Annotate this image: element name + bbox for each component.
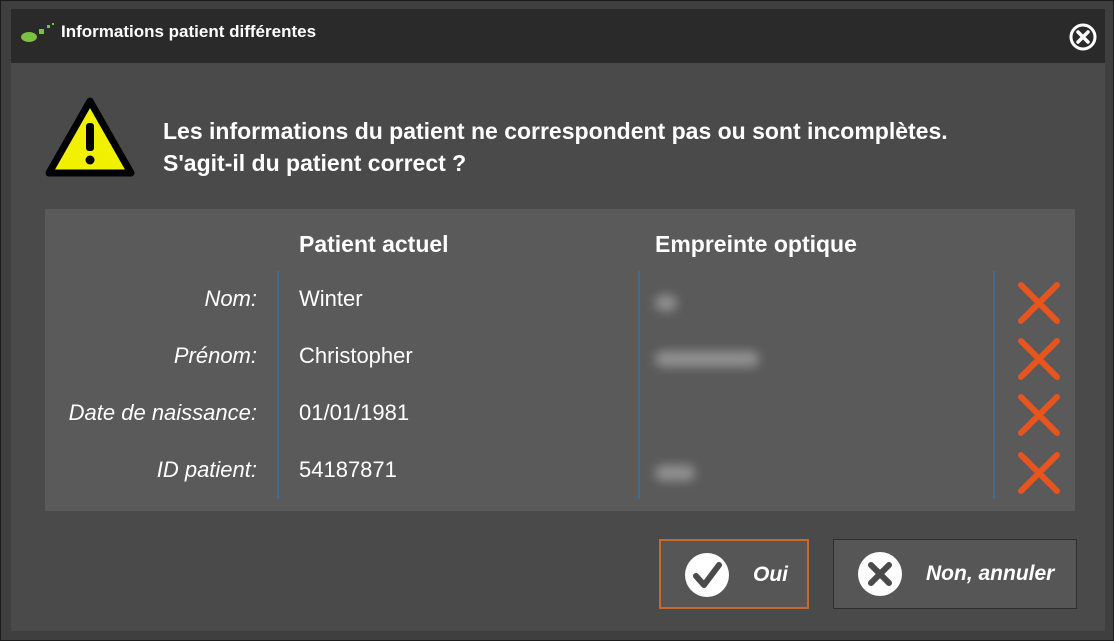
current-value-id-patient: 54187871 bbox=[299, 457, 397, 482]
checkmark-icon bbox=[685, 553, 729, 597]
column-divider bbox=[993, 271, 995, 499]
header-current-patient: Patient actuel bbox=[299, 231, 449, 257]
cancel-button[interactable]: Non, annuler bbox=[833, 539, 1077, 609]
yes-button-label: Oui bbox=[753, 563, 788, 586]
app-logo-icon bbox=[21, 23, 54, 42]
mismatch-x-icon bbox=[1018, 282, 1060, 324]
dialog-title: Informations patient différentes bbox=[61, 22, 317, 41]
dialog-content: Les informations du patient ne correspon… bbox=[11, 63, 1105, 631]
header-optical-impression: Empreinte optique bbox=[655, 231, 857, 257]
title-bar: Informations patient différentes bbox=[11, 9, 1105, 63]
current-value-date-naissance: 01/01/1981 bbox=[299, 400, 410, 425]
optical-value-redacted bbox=[655, 351, 759, 367]
close-icon[interactable] bbox=[1067, 21, 1099, 53]
warning-message: Les informations du patient ne correspon… bbox=[163, 115, 948, 179]
row-label-id-patient: ID patient: bbox=[156, 457, 257, 482]
current-value-prenom: Christopher bbox=[299, 343, 413, 368]
yes-button[interactable]: Oui bbox=[659, 539, 809, 609]
mismatch-x-icon bbox=[1018, 338, 1060, 380]
mismatch-x-icon bbox=[1018, 452, 1060, 494]
optical-value-redacted bbox=[655, 465, 695, 481]
comparison-table: Patient actuel Empreinte optique Nom: Wi… bbox=[45, 209, 1075, 511]
row-label-nom: Nom: bbox=[204, 286, 257, 311]
cancel-button-label: Non, annuler bbox=[926, 562, 1055, 585]
row-label-prenom: Prénom: bbox=[173, 343, 257, 368]
mismatch-x-icon bbox=[1018, 394, 1060, 436]
patient-mismatch-dialog: Informations patient différentes Les inf… bbox=[0, 0, 1114, 641]
warning-icon bbox=[45, 97, 135, 177]
optical-value-redacted bbox=[655, 295, 677, 311]
column-divider bbox=[638, 271, 640, 499]
warning-message-line1: Les informations du patient ne correspon… bbox=[163, 118, 948, 144]
cancel-x-icon bbox=[858, 552, 902, 596]
column-divider bbox=[277, 271, 279, 499]
row-label-date-naissance: Date de naissance: bbox=[68, 400, 257, 425]
warning-message-line2: S'agit-il du patient correct ? bbox=[163, 150, 467, 176]
current-value-nom: Winter bbox=[299, 286, 363, 311]
